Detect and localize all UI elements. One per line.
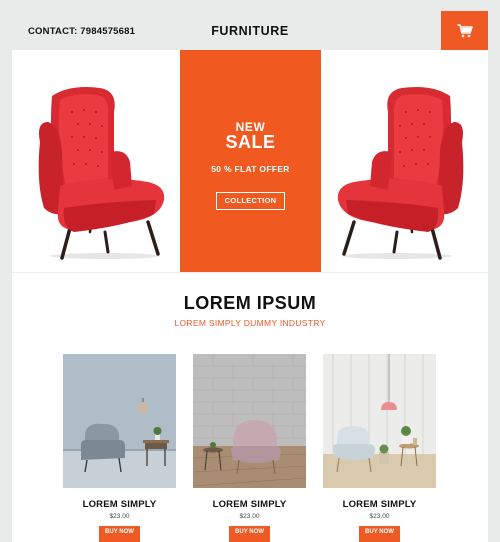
sale-offer-text: 50 % FLAT OFFER [211, 164, 290, 174]
section-subtitle: LOREM SIMPLY DUMMY INDUSTRY [174, 318, 326, 328]
product-price: $23.00 [369, 513, 390, 520]
product-card: LOREM SIMPLY $23.00 BUY NOW [63, 354, 176, 542]
brand-title[interactable]: FURNITURE [0, 24, 500, 38]
cart-button[interactable] [441, 11, 488, 50]
product-card: LOREM SIMPLY $23.00 BUY NOW [193, 354, 306, 542]
section-title: LOREM IPSUM [183, 293, 317, 313]
hero-divider [12, 272, 488, 273]
product-card: LOREM SIMPLY $23.00 BUY NOW [323, 354, 436, 542]
product-price: $23.00 [239, 513, 260, 520]
buy-now-button[interactable]: BUY NOW [359, 526, 400, 542]
product-image-blue-armchair[interactable] [63, 354, 176, 488]
shopping-cart-icon [457, 23, 473, 37]
hero-banner: NEW SALE 50 % FLAT OFFER COLLECTION [12, 50, 488, 272]
product-name: LOREM SIMPLY [342, 499, 417, 510]
red-armchair-image [337, 87, 464, 260]
product-image-pink-chair[interactable] [193, 354, 306, 488]
red-armchair-image [38, 87, 165, 260]
product-name: LOREM SIMPLY [82, 499, 157, 510]
sale-heading: SALE [225, 132, 276, 152]
sale-panel: NEW SALE 50 % FLAT OFFER COLLECTION [180, 50, 321, 272]
product-image-white-chair[interactable] [323, 354, 436, 488]
content-card: NEW SALE 50 % FLAT OFFER COLLECTION LORE… [12, 50, 488, 542]
buy-now-button[interactable]: BUY NOW [99, 526, 140, 542]
product-price: $23.00 [109, 513, 130, 520]
collection-button[interactable]: COLLECTION [216, 192, 285, 210]
site-header: CONTACT: 7984575681 FURNITURE [0, 0, 500, 50]
product-name: LOREM SIMPLY [212, 499, 287, 510]
buy-now-button[interactable]: BUY NOW [229, 526, 270, 542]
